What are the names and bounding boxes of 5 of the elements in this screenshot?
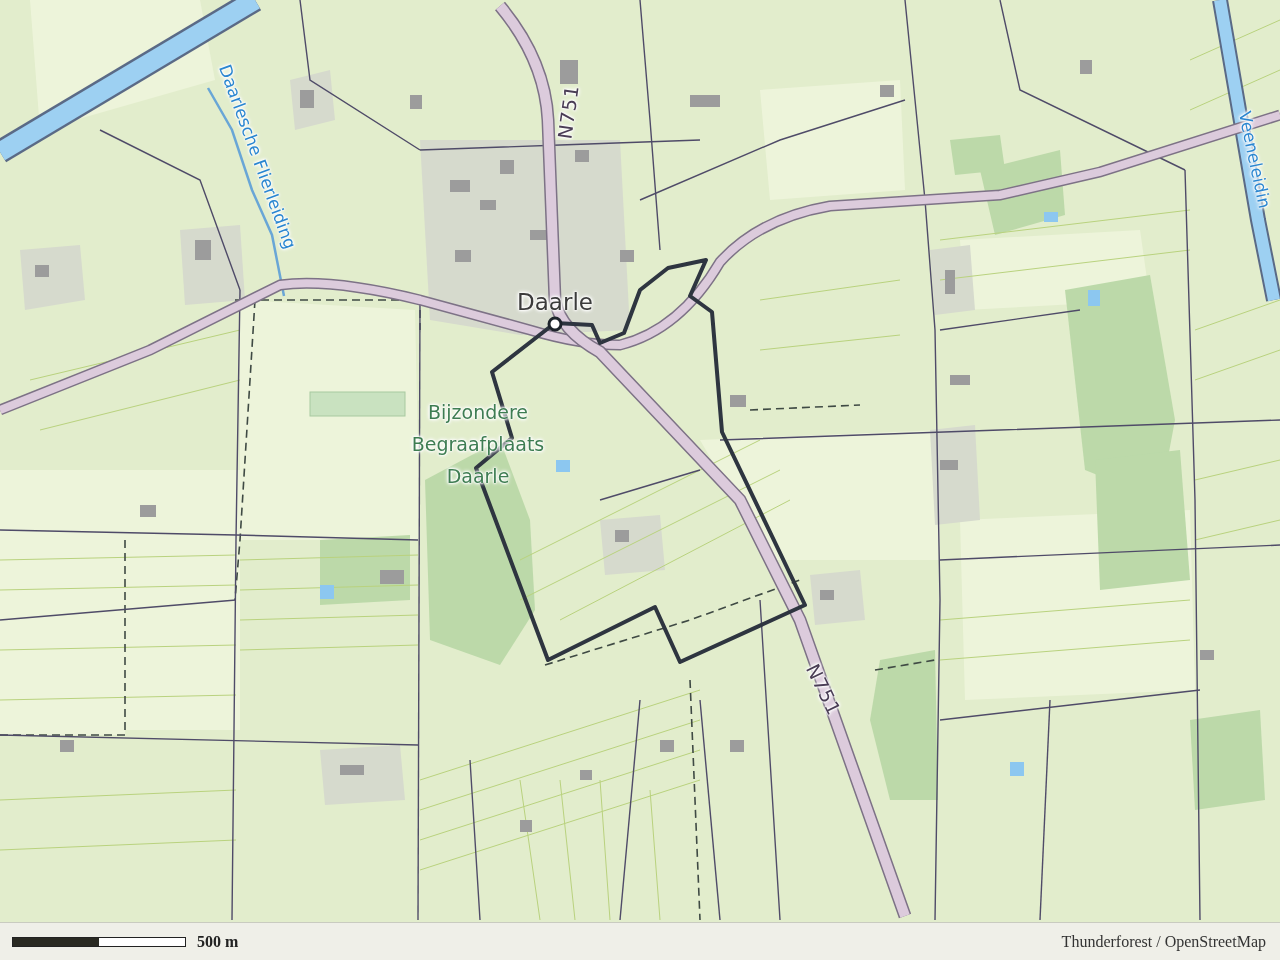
route-start-marker-icon (547, 316, 563, 332)
scale-label: 500 m (197, 932, 239, 951)
road-label: N751 (554, 83, 584, 141)
attribution-text: Thunderforest / OpenStreetMap (1061, 932, 1266, 951)
scale-bar-icon (12, 936, 186, 947)
